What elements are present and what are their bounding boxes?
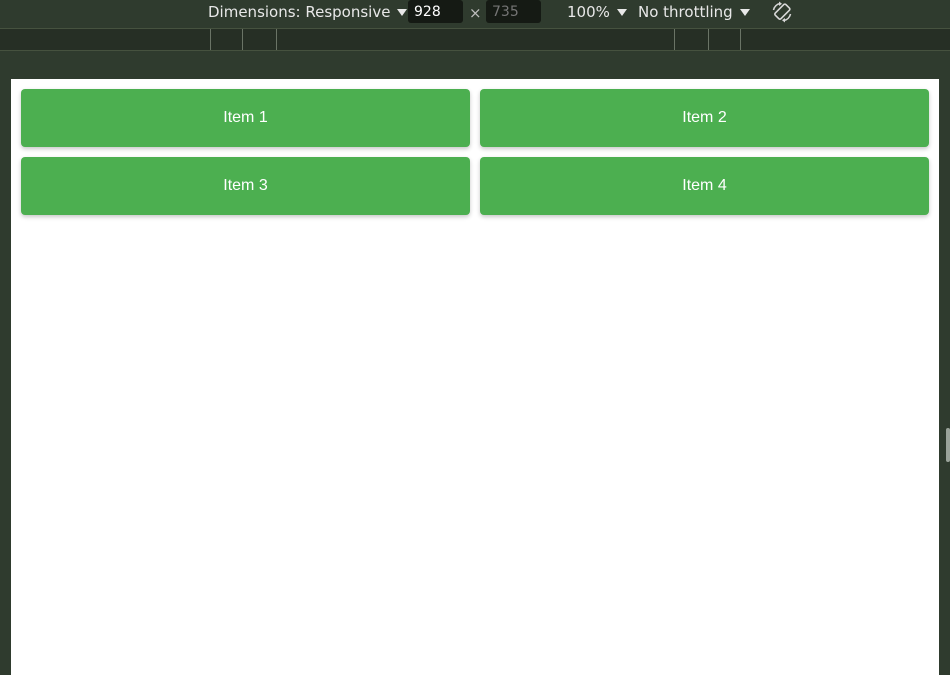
height-input[interactable] [486, 0, 541, 23]
media-query-ruler[interactable] [0, 29, 950, 51]
width-input[interactable] [408, 0, 463, 23]
throttling-dropdown[interactable]: No throttling [638, 0, 750, 24]
dimensions-dropdown[interactable]: Dimensions: Responsive [208, 0, 408, 24]
grid-item-1[interactable]: Item 1 [21, 89, 470, 147]
browser-devtools-device-mode: Dimensions: Responsive × 100% No throttl… [0, 0, 950, 675]
device-toolbar: Dimensions: Responsive × 100% No throttl… [0, 0, 950, 29]
ruler-tick [708, 29, 709, 50]
ruler-tick [210, 29, 211, 50]
page-viewport: Item 1 Item 2 Item 3 Item 4 [11, 79, 939, 675]
chevron-down-icon [739, 8, 750, 16]
throttling-label: No throttling [638, 3, 733, 21]
rotate-button[interactable] [770, 0, 794, 24]
grid-item-4[interactable]: Item 4 [480, 157, 929, 215]
grid-item-2[interactable]: Item 2 [480, 89, 929, 147]
item-grid: Item 1 Item 2 Item 3 Item 4 [21, 89, 929, 215]
ruler-tick [674, 29, 675, 50]
chevron-down-icon [397, 8, 408, 16]
ruler-tick [276, 29, 277, 50]
zoom-dropdown[interactable]: 100% [567, 0, 627, 24]
dimensions-label: Dimensions: Responsive [208, 3, 391, 21]
zoom-label: 100% [567, 3, 610, 21]
chevron-down-icon [616, 8, 627, 16]
ruler-tick [242, 29, 243, 50]
grid-item-3[interactable]: Item 3 [21, 157, 470, 215]
dimension-separator: × [469, 4, 482, 22]
ruler-tick [740, 29, 741, 50]
resize-handle[interactable] [946, 428, 950, 462]
rotate-icon [772, 1, 792, 23]
